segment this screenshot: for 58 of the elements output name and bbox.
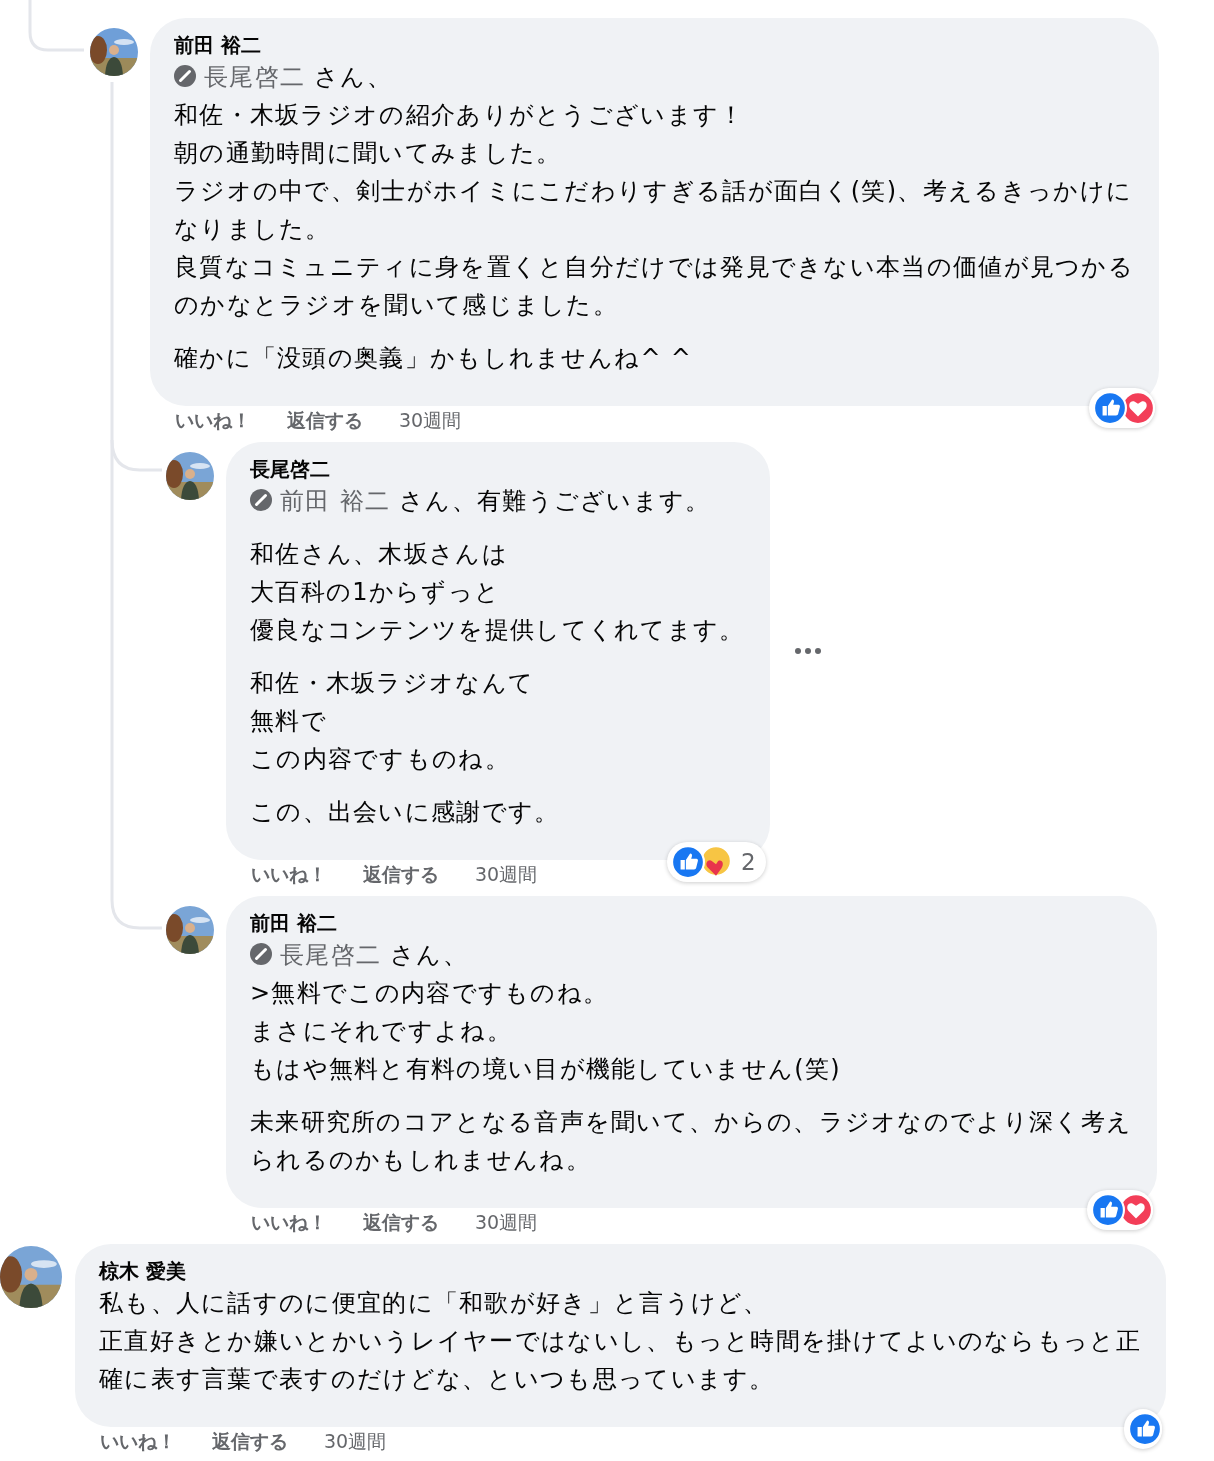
comment-text: この内容ですものね。 xyxy=(250,744,510,775)
author-name[interactable]: 椋木 愛美 xyxy=(99,1258,186,1284)
comment-text: 正直好きとか嫌いとかいうレイヤーではないし、もっと時間を掛けてよいのならもっと正 xyxy=(99,1326,1141,1357)
thumbs-up-icon xyxy=(1091,1193,1126,1227)
action-link[interactable]: 返信する xyxy=(363,863,439,886)
comment-text: この、出会いに感謝です。 xyxy=(250,797,560,828)
author-name[interactable]: 前田 裕二 xyxy=(250,910,337,936)
reaction-badge[interactable] xyxy=(1087,1190,1154,1230)
author-name[interactable]: 長尾啓二 xyxy=(250,456,330,482)
slash-circle-icon xyxy=(250,943,272,965)
timestamp[interactable]: 30週間 xyxy=(324,1430,387,1453)
comment-text: まさにそれですよね。 xyxy=(250,1016,512,1047)
comment-text: 良質なコミュニティに身を置くと自分だけでは発見できない本当の価値が見つかる xyxy=(174,252,1135,283)
comment-text: さん、有難うございます。 xyxy=(398,487,711,515)
comment-text: >無料でこの内容ですものね。 xyxy=(250,978,609,1009)
action-link[interactable]: いいね！ xyxy=(251,1211,327,1234)
comment-text: 和佐・木坂ラジオの紹介ありがとうございます！ xyxy=(174,100,745,131)
comment-text: 無料で xyxy=(250,706,327,737)
thumbs-up-icon xyxy=(671,845,706,879)
action-link[interactable]: いいね！ xyxy=(251,863,327,886)
comment-text: さん、 xyxy=(389,941,469,969)
thread-line xyxy=(28,0,84,52)
mention-link[interactable]: 長尾啓二 xyxy=(204,63,306,91)
action-link[interactable]: 返信する xyxy=(363,1211,439,1234)
comment-text: 確かに「没頭の奥義」かもしれませんね^ ^ xyxy=(174,343,693,374)
reaction-count: 2 xyxy=(741,849,756,875)
mention-link[interactable]: 前田 裕二 xyxy=(280,487,391,515)
comment-text: 確に表す言葉で表すのだけどな、といつも思っています。 xyxy=(99,1364,775,1395)
comment-text: のかなとラジオを聞いて感じました。 xyxy=(174,290,619,321)
comment-text: 優良なコンテンツを提供してくれてます。 xyxy=(250,615,745,646)
comment-text: 未来研究所のコアとなる音声を聞いて、からの、ラジオなのでより深く考え xyxy=(250,1107,1133,1138)
comment-text: なりました。 xyxy=(174,214,331,245)
timestamp[interactable]: 30週間 xyxy=(475,1211,538,1234)
comment-text: 朝の通勤時間に聞いてみました。 xyxy=(174,138,562,169)
comment-text: さん、 xyxy=(313,63,393,91)
timestamp[interactable]: 30週間 xyxy=(475,863,538,886)
author-name[interactable]: 前田 裕二 xyxy=(174,32,261,58)
comment-text: ラジオの中で、剣士がホイミにこだわりすぎる話が面白く(笑)、考えるきっかけに xyxy=(174,176,1133,207)
comment-text: 大百科の1からずっと xyxy=(250,577,501,608)
thumbs-up-icon xyxy=(1128,1412,1162,1446)
comment-text: 和佐さん、木坂さんは xyxy=(250,539,508,570)
more-icon[interactable] xyxy=(793,647,822,655)
timestamp[interactable]: 30週間 xyxy=(399,409,462,432)
thumbs-up-icon xyxy=(1093,391,1128,425)
reaction-badge[interactable] xyxy=(1089,388,1156,428)
action-link[interactable]: いいね！ xyxy=(100,1430,176,1453)
mention-link[interactable]: 長尾啓二 xyxy=(280,941,382,969)
comment-text: 私も、人に話すのに便宜的に「和歌が好き」と言うけど、 xyxy=(99,1288,769,1319)
comment-text: もはや無料と有料の境い目が機能していません(笑) xyxy=(250,1054,841,1085)
action-link[interactable]: 返信する xyxy=(287,409,363,432)
slash-circle-icon xyxy=(250,489,272,511)
action-link[interactable]: いいね！ xyxy=(175,409,251,432)
action-link[interactable]: 返信する xyxy=(212,1430,288,1453)
reaction-badge[interactable] xyxy=(1124,1409,1162,1449)
comment-text: られるのかもしれませんね。 xyxy=(250,1145,591,1176)
reaction-badge[interactable]: 2 xyxy=(667,842,766,882)
slash-circle-icon xyxy=(174,65,196,87)
comment-text: 和佐・木坂ラジオなんて xyxy=(250,668,535,699)
